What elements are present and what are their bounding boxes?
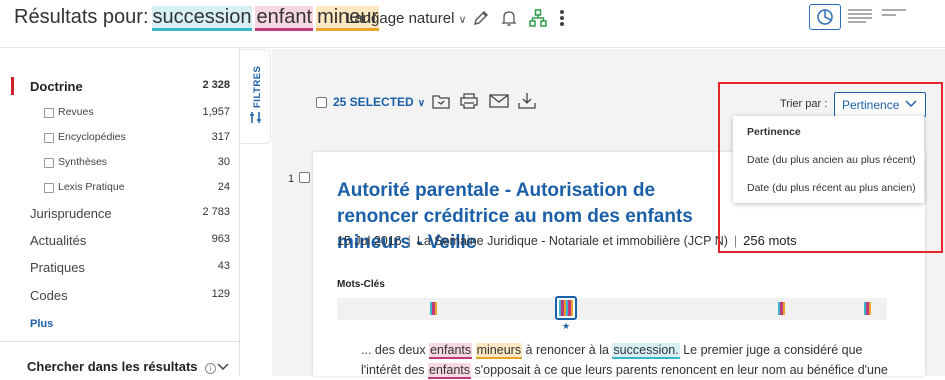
keywords-label: Mots-Clés — [337, 279, 385, 290]
download-icon[interactable] — [518, 92, 536, 109]
annotation-highlight-box — [718, 82, 943, 253]
search-within-results-toggle[interactable]: Chercher dans les résultats i — [27, 359, 229, 374]
folder-icon[interactable] — [432, 93, 450, 109]
snippet-text: à renoncer à la — [522, 343, 613, 357]
top-bar: Résultats pour: succession enfant mineur La… — [0, 0, 945, 48]
facet-count: 24 — [217, 181, 230, 193]
facet-sidebar: Doctrine 2 328 Revues 1,957 Encyclopédie… — [0, 49, 240, 376]
snippet-text: l'intérêt des — [361, 363, 429, 377]
email-icon[interactable] — [489, 94, 509, 108]
hierarchy-icon[interactable] — [528, 8, 548, 28]
checkbox[interactable] — [44, 108, 54, 118]
facet-label: Lexis Pratique — [58, 181, 125, 193]
facet-label: Pratiques — [30, 260, 85, 275]
checkbox[interactable] — [44, 158, 54, 168]
snippet-text: Le premier juge a considéré que — [679, 343, 863, 357]
results-heading: Résultats pour: succession enfant mineur — [14, 6, 380, 31]
search-term-succession: succession — [151, 6, 253, 31]
language-mode-dropdown[interactable]: Langage naturel ∨ — [346, 10, 467, 27]
keyword-marker[interactable] — [864, 302, 871, 315]
more-vertical-icon[interactable] — [552, 8, 572, 28]
facet-count: 317 — [211, 131, 230, 143]
facet-count: 963 — [211, 233, 230, 245]
info-icon[interactable]: i — [205, 363, 217, 374]
facet-label: Codes — [30, 288, 68, 303]
select-all-checkbox[interactable] — [316, 97, 327, 108]
result-source: La Semaine Juridique - Notariale et immo… — [416, 234, 728, 248]
list-view-icon[interactable] — [848, 9, 872, 23]
result-snippet: ... des deux enfants mineurs à renoncer … — [361, 340, 901, 380]
facet-label: Encyclopédies — [58, 131, 126, 143]
keyword-marker-current[interactable] — [555, 296, 577, 320]
keyword-distribution-bar — [337, 298, 887, 320]
result-checkbox[interactable] — [299, 172, 310, 183]
more-facets-link[interactable]: Plus — [30, 318, 53, 330]
facet-label: Actualités — [30, 233, 87, 248]
chart-view-button[interactable] — [809, 4, 841, 30]
facet-count: 1,957 — [202, 106, 230, 118]
search-term-enfant: enfant — [255, 6, 314, 31]
facet-label: Doctrine — [30, 79, 83, 94]
search-within-label: Chercher dans les résultats — [27, 359, 198, 374]
result-number: 1 — [288, 173, 295, 185]
print-icon[interactable] — [460, 93, 478, 109]
filters-tab-label: FILTRES — [252, 65, 263, 108]
star-icon: ★ — [562, 321, 571, 331]
facet-label: Synthèses — [58, 156, 108, 168]
checkbox[interactable] — [44, 133, 54, 143]
highlight-succession: succession. — [612, 343, 680, 359]
chevron-down-icon — [217, 363, 229, 371]
selection-dropdown[interactable]: 25 SELECTED ∨ — [333, 95, 425, 109]
highlight-enfants: enfants — [428, 363, 472, 379]
chevron-down-icon: ∨ — [417, 98, 426, 109]
facet-label: Jurisprudence — [30, 206, 112, 221]
result-date: 15 Jul 2016 — [337, 234, 402, 248]
results-label: Résultats pour: — [14, 6, 149, 28]
sliders-icon — [250, 112, 261, 123]
pencil-icon[interactable] — [471, 8, 491, 28]
pie-chart-icon — [817, 9, 833, 25]
snippet-text: ... des deux — [361, 343, 430, 357]
selection-count: 25 SELECTED — [333, 95, 414, 109]
chevron-down-icon: ∨ — [458, 14, 467, 26]
snippet-text: s'opposait à ce que leurs parents renonc… — [471, 363, 888, 377]
separator: | — [407, 234, 411, 248]
keyword-marker[interactable] — [778, 302, 785, 315]
facet-count: 43 — [217, 260, 230, 272]
bell-icon[interactable] — [499, 8, 519, 28]
facet-count: 2 328 — [202, 79, 230, 91]
compact-view-icon[interactable] — [882, 9, 906, 23]
divider — [0, 341, 240, 342]
facet-label: Revues — [58, 106, 94, 118]
checkbox[interactable] — [44, 183, 54, 193]
facet-count: 2 783 — [202, 206, 230, 218]
language-mode-label: Langage naturel — [346, 10, 455, 27]
highlight-enfants: enfants — [429, 343, 473, 359]
active-indicator — [11, 77, 14, 95]
facet-count: 30 — [217, 156, 230, 168]
facet-count: 129 — [211, 288, 230, 300]
highlight-mineurs: mineurs — [475, 343, 523, 359]
keyword-marker[interactable] — [430, 302, 437, 315]
